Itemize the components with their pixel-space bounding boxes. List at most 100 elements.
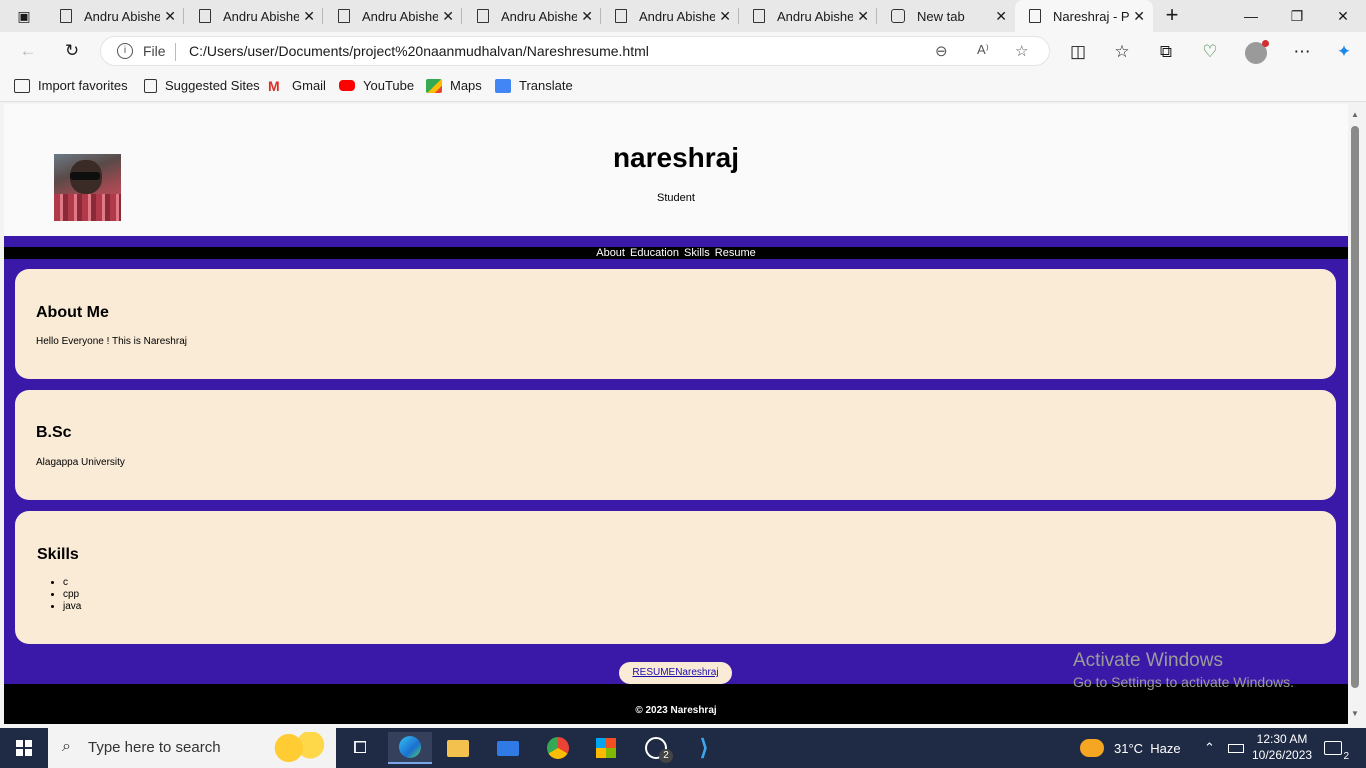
section-heading: Skills [37,546,79,563]
scroll-up-icon[interactable]: ▲ [1351,110,1359,119]
page-viewport: nareshraj Student About Education Skills… [4,104,1348,724]
close-icon[interactable]: ✕ [442,8,454,24]
browser-tab[interactable]: Andru Abishek ✕ [739,0,877,32]
maps-icon [426,78,442,93]
browser-tab[interactable]: Andru Abishek ✕ [46,0,184,32]
collections-icon: ⧉ [1159,42,1173,61]
page-icon [338,9,350,23]
browser-tab[interactable]: Andru Abishek ✕ [463,0,601,32]
vertical-scrollbar[interactable]: ▲ ▼ [1348,104,1362,724]
resume-link[interactable]: RESUMENareshraj [619,662,732,684]
read-aloud-icon[interactable]: A⁾ [977,42,989,58]
clock-time: 12:30 AM [1256,732,1308,746]
star-icon[interactable]: ☆ [1015,42,1028,60]
refresh-button[interactable]: ↻ [58,37,86,65]
info-icon[interactable]: i [117,43,133,59]
favorite-gmail[interactable]: M Gmail [268,78,326,93]
address-bar[interactable]: i File C:/Users/user/Documents/project%2… [100,36,1050,66]
arrow-left-icon: ← [19,41,37,60]
tab-strip: ▣ Andru Abishek ✕ Andru Abishek ✕ Andru … [0,0,1366,32]
favorite-label: Import favorites [38,78,128,93]
list-item: java [63,601,81,613]
favorite-label: Suggested Sites [165,78,260,93]
browser-tab[interactable]: Andru Abishek ✕ [601,0,739,32]
page-icon [60,9,72,23]
skills-section: Skills c cpp java [15,511,1336,644]
clock[interactable]: 12:30 AM 10/26/2023 [1252,731,1312,763]
restore-button[interactable]: ❐ [1274,0,1320,32]
chevron-up-icon: ⌃ [1204,740,1215,755]
taskbar-file-explorer[interactable] [436,732,480,764]
nav-link-skills[interactable]: Skills [684,247,710,259]
page-subtitle: Student [657,192,695,204]
taskbar-whatsapp[interactable]: 2 [634,732,678,764]
browser-tab[interactable]: Andru Abishek ✕ [324,0,462,32]
close-icon[interactable]: ✕ [995,8,1007,24]
page-icon [615,9,627,23]
close-window-button[interactable]: ✕ [1320,0,1366,32]
battery-icon [1228,743,1244,753]
favorite-import[interactable]: Import favorites [14,78,128,93]
favorite-maps[interactable]: Maps [426,78,482,93]
favorite-suggested-sites[interactable]: Suggested Sites [144,78,260,93]
profile-button[interactable] [1242,38,1270,66]
tab-label: Andru Abishek [84,8,160,24]
weather-widget[interactable]: 31°C Haze [1080,728,1181,768]
skills-list: c cpp java [63,577,81,613]
favorite-translate[interactable]: Translate [495,78,573,93]
zoom-out-icon[interactable]: ⊖ [935,42,948,60]
scroll-down-icon[interactable]: ▼ [1351,709,1359,718]
copilot-button[interactable]: ✦ [1330,38,1358,66]
close-icon[interactable]: ✕ [857,8,869,24]
taskbar-search[interactable]: ⌕ Type here to search [48,728,336,768]
browser-tab-active[interactable]: Nareshraj - Po ✕ [1015,0,1153,32]
edge-icon [399,736,421,758]
close-icon[interactable]: ✕ [1133,8,1145,24]
search-highlight-art [260,732,332,764]
task-view-button[interactable]: ⧠ [338,732,382,764]
clock-date: 10/26/2023 [1252,748,1313,762]
settings-more-button[interactable]: ⋯ [1288,38,1316,66]
taskbar-store[interactable] [584,732,628,764]
new-tab-button[interactable]: + [1160,4,1184,28]
start-button[interactable] [0,728,48,768]
tab-actions-icon: ▣ [17,7,31,24]
tab-actions-button[interactable]: ▣ [8,4,40,28]
minimize-button[interactable]: — [1228,0,1274,32]
notification-badge: 2 [659,749,673,763]
url-text[interactable]: C:/Users/user/Documents/project%20naanmu… [189,43,649,59]
taskbar-edge[interactable] [388,732,432,764]
favorite-label: Gmail [292,78,326,93]
close-icon[interactable]: ✕ [719,8,731,24]
site-nav: About Education Skills Resume [4,247,1348,259]
browser-tab[interactable]: Andru Abishek ✕ [185,0,323,32]
close-icon[interactable]: ✕ [581,8,593,24]
browser-essentials-button[interactable]: ♡ [1196,38,1224,66]
nav-link-about[interactable]: About [596,247,625,259]
taskbar-mail[interactable] [486,732,530,764]
activation-watermark: Activate Windows Go to Settings to activ… [1073,650,1294,690]
favorite-youtube[interactable]: YouTube [339,78,414,93]
split-screen-button[interactable]: ◫ [1064,38,1092,66]
favorites-button[interactable]: ☆ [1108,38,1136,66]
close-icon[interactable]: ✕ [164,8,176,24]
scroll-thumb[interactable] [1351,126,1359,688]
nav-link-education[interactable]: Education [630,247,679,259]
taskbar-vscode[interactable]: ⟩ [682,732,726,764]
back-button[interactable]: ← [14,37,42,65]
battery-indicator[interactable] [1228,728,1244,768]
refresh-icon: ↻ [64,41,80,60]
plus-icon: + [1165,2,1179,27]
nav-link-resume[interactable]: Resume [715,247,756,259]
translate-icon [495,78,511,93]
taskbar-chrome[interactable] [536,732,580,764]
notification-center-button[interactable]: 2 [1324,728,1349,768]
page-icon [753,9,765,23]
close-icon: ✕ [1337,8,1349,24]
tab-label: Andru Abishek [362,8,438,24]
close-icon[interactable]: ✕ [303,8,315,24]
browser-tab[interactable]: New tab ✕ [877,0,1015,32]
show-hidden-icons-button[interactable]: ⌃ [1204,728,1215,768]
collections-button[interactable]: ⧉ [1152,38,1180,66]
import-icon [14,78,30,93]
